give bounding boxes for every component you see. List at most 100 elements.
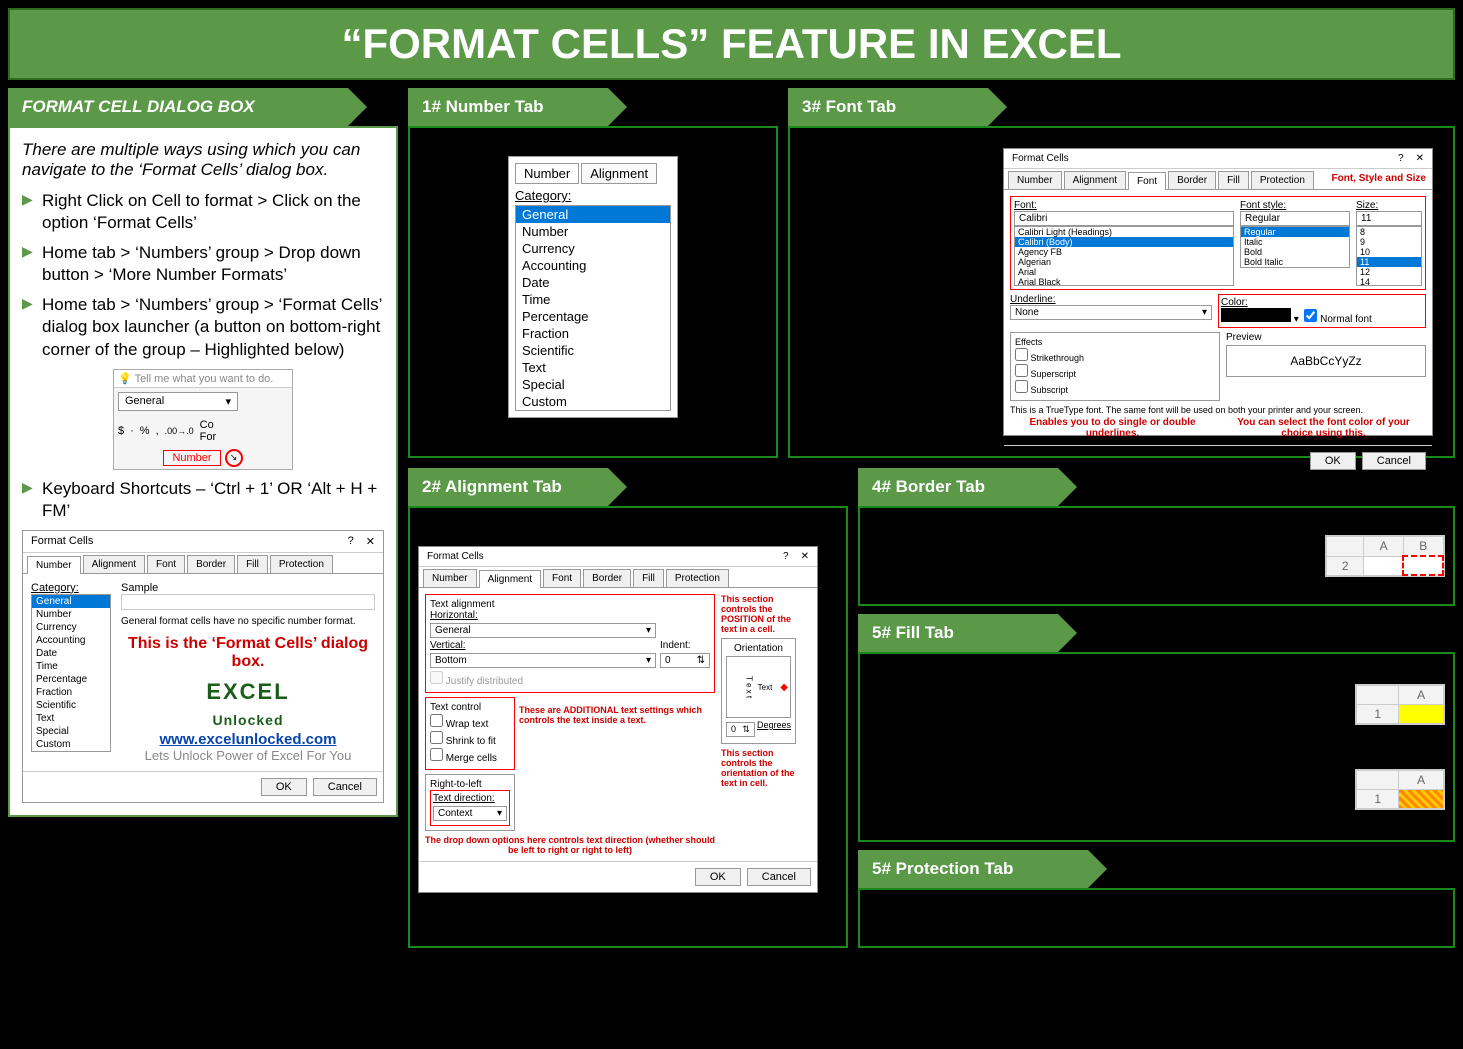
wrap-text-checkbox[interactable]: Wrap text	[430, 714, 510, 730]
tab-font[interactable]: Font	[1128, 172, 1166, 190]
format-cells-dialog: Format Cells ? ✕ Number Alignment Font Bo…	[22, 530, 384, 803]
underline-annotation: Enables you to do single or double under…	[1010, 417, 1215, 439]
tab-border[interactable]: Border	[1168, 171, 1216, 189]
increase-decimal-icon[interactable]: .00→.0	[165, 426, 194, 436]
tab-border[interactable]: Border	[187, 555, 235, 573]
tab-protection[interactable]: Protection	[270, 555, 333, 573]
number-tab-section: Number Alignment Category: General Numbe…	[408, 126, 778, 458]
shrink-checkbox[interactable]: Shrink to fit	[430, 731, 510, 747]
help-icon[interactable]: ?	[1398, 153, 1404, 164]
vertical-select[interactable]: Bottom▾	[430, 653, 656, 668]
bullet-item: Right Click on Cell to format > Click on…	[22, 190, 384, 234]
close-icon[interactable]: ✕	[366, 535, 375, 548]
comma-icon[interactable]: ,	[156, 425, 159, 437]
help-icon[interactable]: ?	[348, 535, 354, 548]
section-label-border: 4# Border Tab	[858, 468, 1058, 506]
orientation-annotation: This section controls the orientation of…	[721, 748, 811, 788]
textcontrol-annotation: These are ADDITIONAL text settings which…	[519, 697, 715, 774]
red-annotation: This is the ‘Format Cells’ dialog box.	[121, 635, 375, 671]
dialog-title: Format Cells	[31, 535, 93, 548]
sample-label: Sample	[121, 582, 375, 594]
category-label: Category:	[515, 188, 671, 203]
size-input[interactable]: 11	[1356, 211, 1422, 226]
tab-number[interactable]: Number	[423, 569, 477, 587]
intro-text: There are multiple ways using which you …	[22, 140, 384, 180]
cancel-button[interactable]: Cancel	[747, 868, 811, 886]
tab-number[interactable]: Number	[27, 556, 81, 574]
ok-button[interactable]: OK	[261, 778, 307, 796]
close-icon[interactable]: ✕	[1416, 153, 1424, 164]
brand-logo: EXCELUnlocked	[121, 679, 375, 731]
tab-font[interactable]: Font	[147, 555, 185, 573]
category-list[interactable]: General Number Currency Accounting Date …	[31, 594, 111, 752]
tab-protection[interactable]: Protection	[1251, 171, 1314, 189]
fill-preview-pattern: A1	[1355, 769, 1445, 810]
tab-alignment[interactable]: Alignment	[581, 163, 657, 184]
format-dropdown[interactable]: General▾	[118, 392, 238, 411]
font-input[interactable]: Calibri	[1014, 211, 1234, 226]
indent-input[interactable]: 0⇅	[660, 653, 710, 668]
format-note: General format cells have no specific nu…	[121, 616, 375, 627]
protection-tab-section	[858, 888, 1455, 948]
font-preview: AaBbCcYyZz	[1226, 345, 1426, 377]
subscript-checkbox[interactable]: Subscript	[1015, 380, 1215, 395]
strikethrough-checkbox[interactable]: Strikethrough	[1015, 348, 1215, 363]
text-direction-select[interactable]: Context▾	[433, 806, 507, 821]
tab-protection[interactable]: Protection	[666, 569, 729, 587]
size-list[interactable]: 8 9 10 11 12 14	[1356, 226, 1422, 286]
page-title: “FORMAT CELLS” FEATURE IN EXCEL	[8, 8, 1455, 80]
percent-icon[interactable]: %	[140, 425, 150, 437]
category-label: Category:	[31, 582, 111, 594]
section-label-protection: 5# Protection Tab	[858, 850, 1088, 888]
tab-fill[interactable]: Fill	[1218, 171, 1249, 189]
horizontal-select[interactable]: General▾	[430, 623, 656, 638]
ok-button[interactable]: OK	[695, 868, 741, 886]
tab-font[interactable]: Font	[543, 569, 581, 587]
cancel-button[interactable]: Cancel	[313, 778, 377, 796]
truetype-note: This is a TrueType font. The same font w…	[1010, 405, 1426, 415]
border-preview: AB 2	[1325, 535, 1445, 577]
bullet-item: Home tab > ‘Numbers’ group > ‘Format Cel…	[22, 294, 384, 360]
section-label-number: 1# Number Tab	[408, 88, 608, 126]
fill-preview-yellow: A1	[1355, 684, 1445, 725]
currency-icon[interactable]: $	[118, 425, 124, 437]
tab-border[interactable]: Border	[583, 569, 631, 587]
tab-fill[interactable]: Fill	[633, 569, 664, 587]
sidebar-panel: There are multiple ways using which you …	[8, 126, 398, 817]
font-dialog: Format Cells ?✕ Number Alignment Font Bo…	[1003, 148, 1433, 436]
category-list[interactable]: General Number Currency Accounting Date …	[515, 205, 671, 411]
color-annotation: You can select the font color of your ch…	[1221, 417, 1426, 439]
color-select[interactable]	[1221, 308, 1291, 322]
help-icon[interactable]: ?	[783, 551, 789, 562]
ribbon-snippet: 💡 Tell me what you want to do. General▾ …	[113, 369, 293, 470]
tab-number[interactable]: Number	[1008, 171, 1062, 189]
tab-number[interactable]: Number	[515, 163, 579, 184]
tellme-box: 💡 Tell me what you want to do.	[114, 370, 292, 388]
tab-alignment[interactable]: Alignment	[83, 555, 145, 573]
number-tab-snippet: Number Alignment Category: General Numbe…	[508, 156, 678, 418]
border-tab-section: AB 2	[858, 506, 1455, 606]
tab-alignment[interactable]: Alignment	[479, 570, 541, 588]
brand-tagline: Lets Unlock Power of Excel For You	[121, 748, 375, 763]
normal-font-checkbox[interactable]	[1304, 309, 1317, 322]
section-label-fill: 5# Fill Tab	[858, 614, 1058, 652]
close-icon[interactable]: ✕	[801, 551, 809, 562]
style-input[interactable]: Regular	[1240, 211, 1350, 226]
superscript-checkbox[interactable]: Superscript	[1015, 364, 1215, 379]
underline-select[interactable]: None▾	[1010, 305, 1212, 320]
bullet-item: Home tab > ‘Numbers’ group > Drop down b…	[22, 242, 384, 286]
sidebar-heading: FORMAT CELL DIALOG BOX	[8, 88, 348, 126]
tab-alignment[interactable]: Alignment	[1064, 171, 1126, 189]
dialog-launcher-icon[interactable]: ↘	[225, 449, 243, 467]
position-annotation: This section controls the POSITION of th…	[721, 594, 791, 634]
brand-url[interactable]: www.excelunlocked.com	[121, 731, 375, 748]
style-list[interactable]: Regular Italic Bold Bold Italic	[1240, 226, 1350, 268]
alignment-dialog: Format Cells?✕ Number Alignment Font Bor…	[418, 546, 818, 893]
merge-checkbox[interactable]: Merge cells	[430, 748, 510, 764]
font-tab-section: Format Cells ?✕ Number Alignment Font Bo…	[788, 126, 1455, 458]
orientation-control[interactable]: Orientation T e x t Text ◆ 0⇅Degrees	[721, 638, 796, 744]
alignment-tab-section: Format Cells?✕ Number Alignment Font Bor…	[408, 506, 848, 948]
font-list[interactable]: Calibri Light (Headings) Calibri (Body) …	[1014, 226, 1234, 286]
section-label-font: 3# Font Tab	[788, 88, 988, 126]
tab-fill[interactable]: Fill	[237, 555, 268, 573]
